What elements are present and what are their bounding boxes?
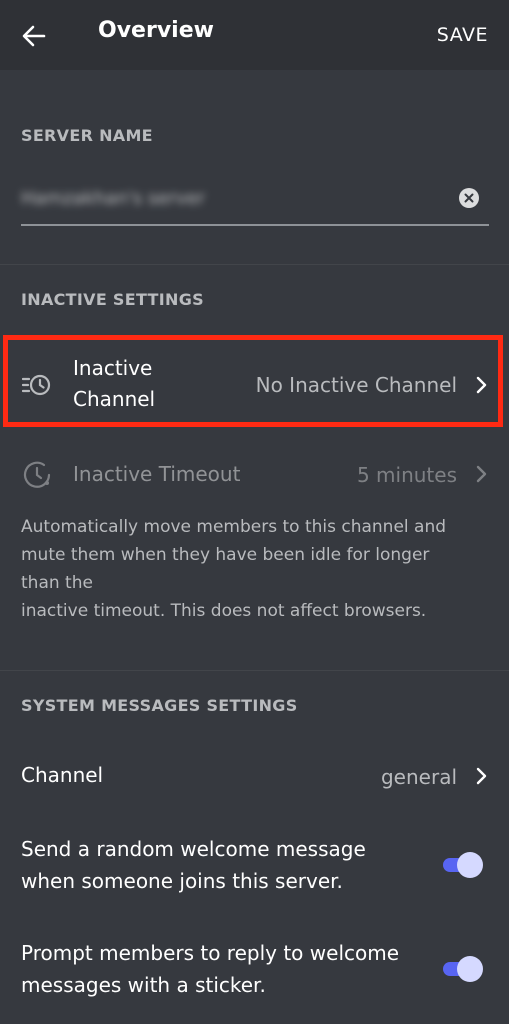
toggle-knob — [457, 956, 483, 982]
inactive-description: Automatically move members to this chann… — [21, 517, 447, 621]
system-channel-row[interactable]: Channel general — [0, 748, 509, 804]
inactive-timeout-row[interactable]: Inactive Timeout 5 minutes — [0, 445, 509, 505]
arrow-left-icon — [22, 25, 46, 47]
system-channel-value: general — [380, 765, 457, 789]
chevron-right-icon — [476, 767, 487, 785]
server-name-input[interactable]: Hamzakhan's server — [21, 178, 489, 226]
clear-icon — [464, 193, 474, 203]
toggle-knob — [457, 852, 483, 878]
server-name-value: Hamzakhan's server — [21, 188, 205, 209]
sticker-prompt-toggle[interactable] — [443, 956, 485, 982]
system-channel-label: Channel — [21, 763, 104, 787]
clock-icon — [23, 461, 51, 488]
welcome-message-toggle[interactable] — [443, 852, 485, 878]
system-messages-section-label: SYSTEM MESSAGES SETTINGS — [21, 696, 298, 715]
server-name-section-label: SERVER NAME — [21, 126, 153, 145]
back-button[interactable] — [18, 20, 50, 52]
divider — [0, 670, 509, 671]
highlight-box — [3, 335, 503, 427]
divider — [0, 264, 509, 265]
welcome-message-label: Send a random welcome message when someo… — [21, 837, 366, 893]
sticker-prompt-label: Prompt members to reply to welcome messa… — [21, 941, 400, 997]
inactive-timeout-value: 5 minutes — [356, 463, 457, 487]
save-button[interactable]: SAVE — [437, 24, 488, 46]
inactive-timeout-label: Inactive Timeout — [73, 462, 241, 486]
page-title: Overview — [98, 18, 214, 43]
chevron-right-icon — [476, 465, 487, 483]
inactive-settings-section-label: INACTIVE SETTINGS — [21, 290, 204, 309]
clear-button[interactable] — [459, 188, 479, 208]
header-bar: Overview SAVE — [0, 0, 509, 70]
